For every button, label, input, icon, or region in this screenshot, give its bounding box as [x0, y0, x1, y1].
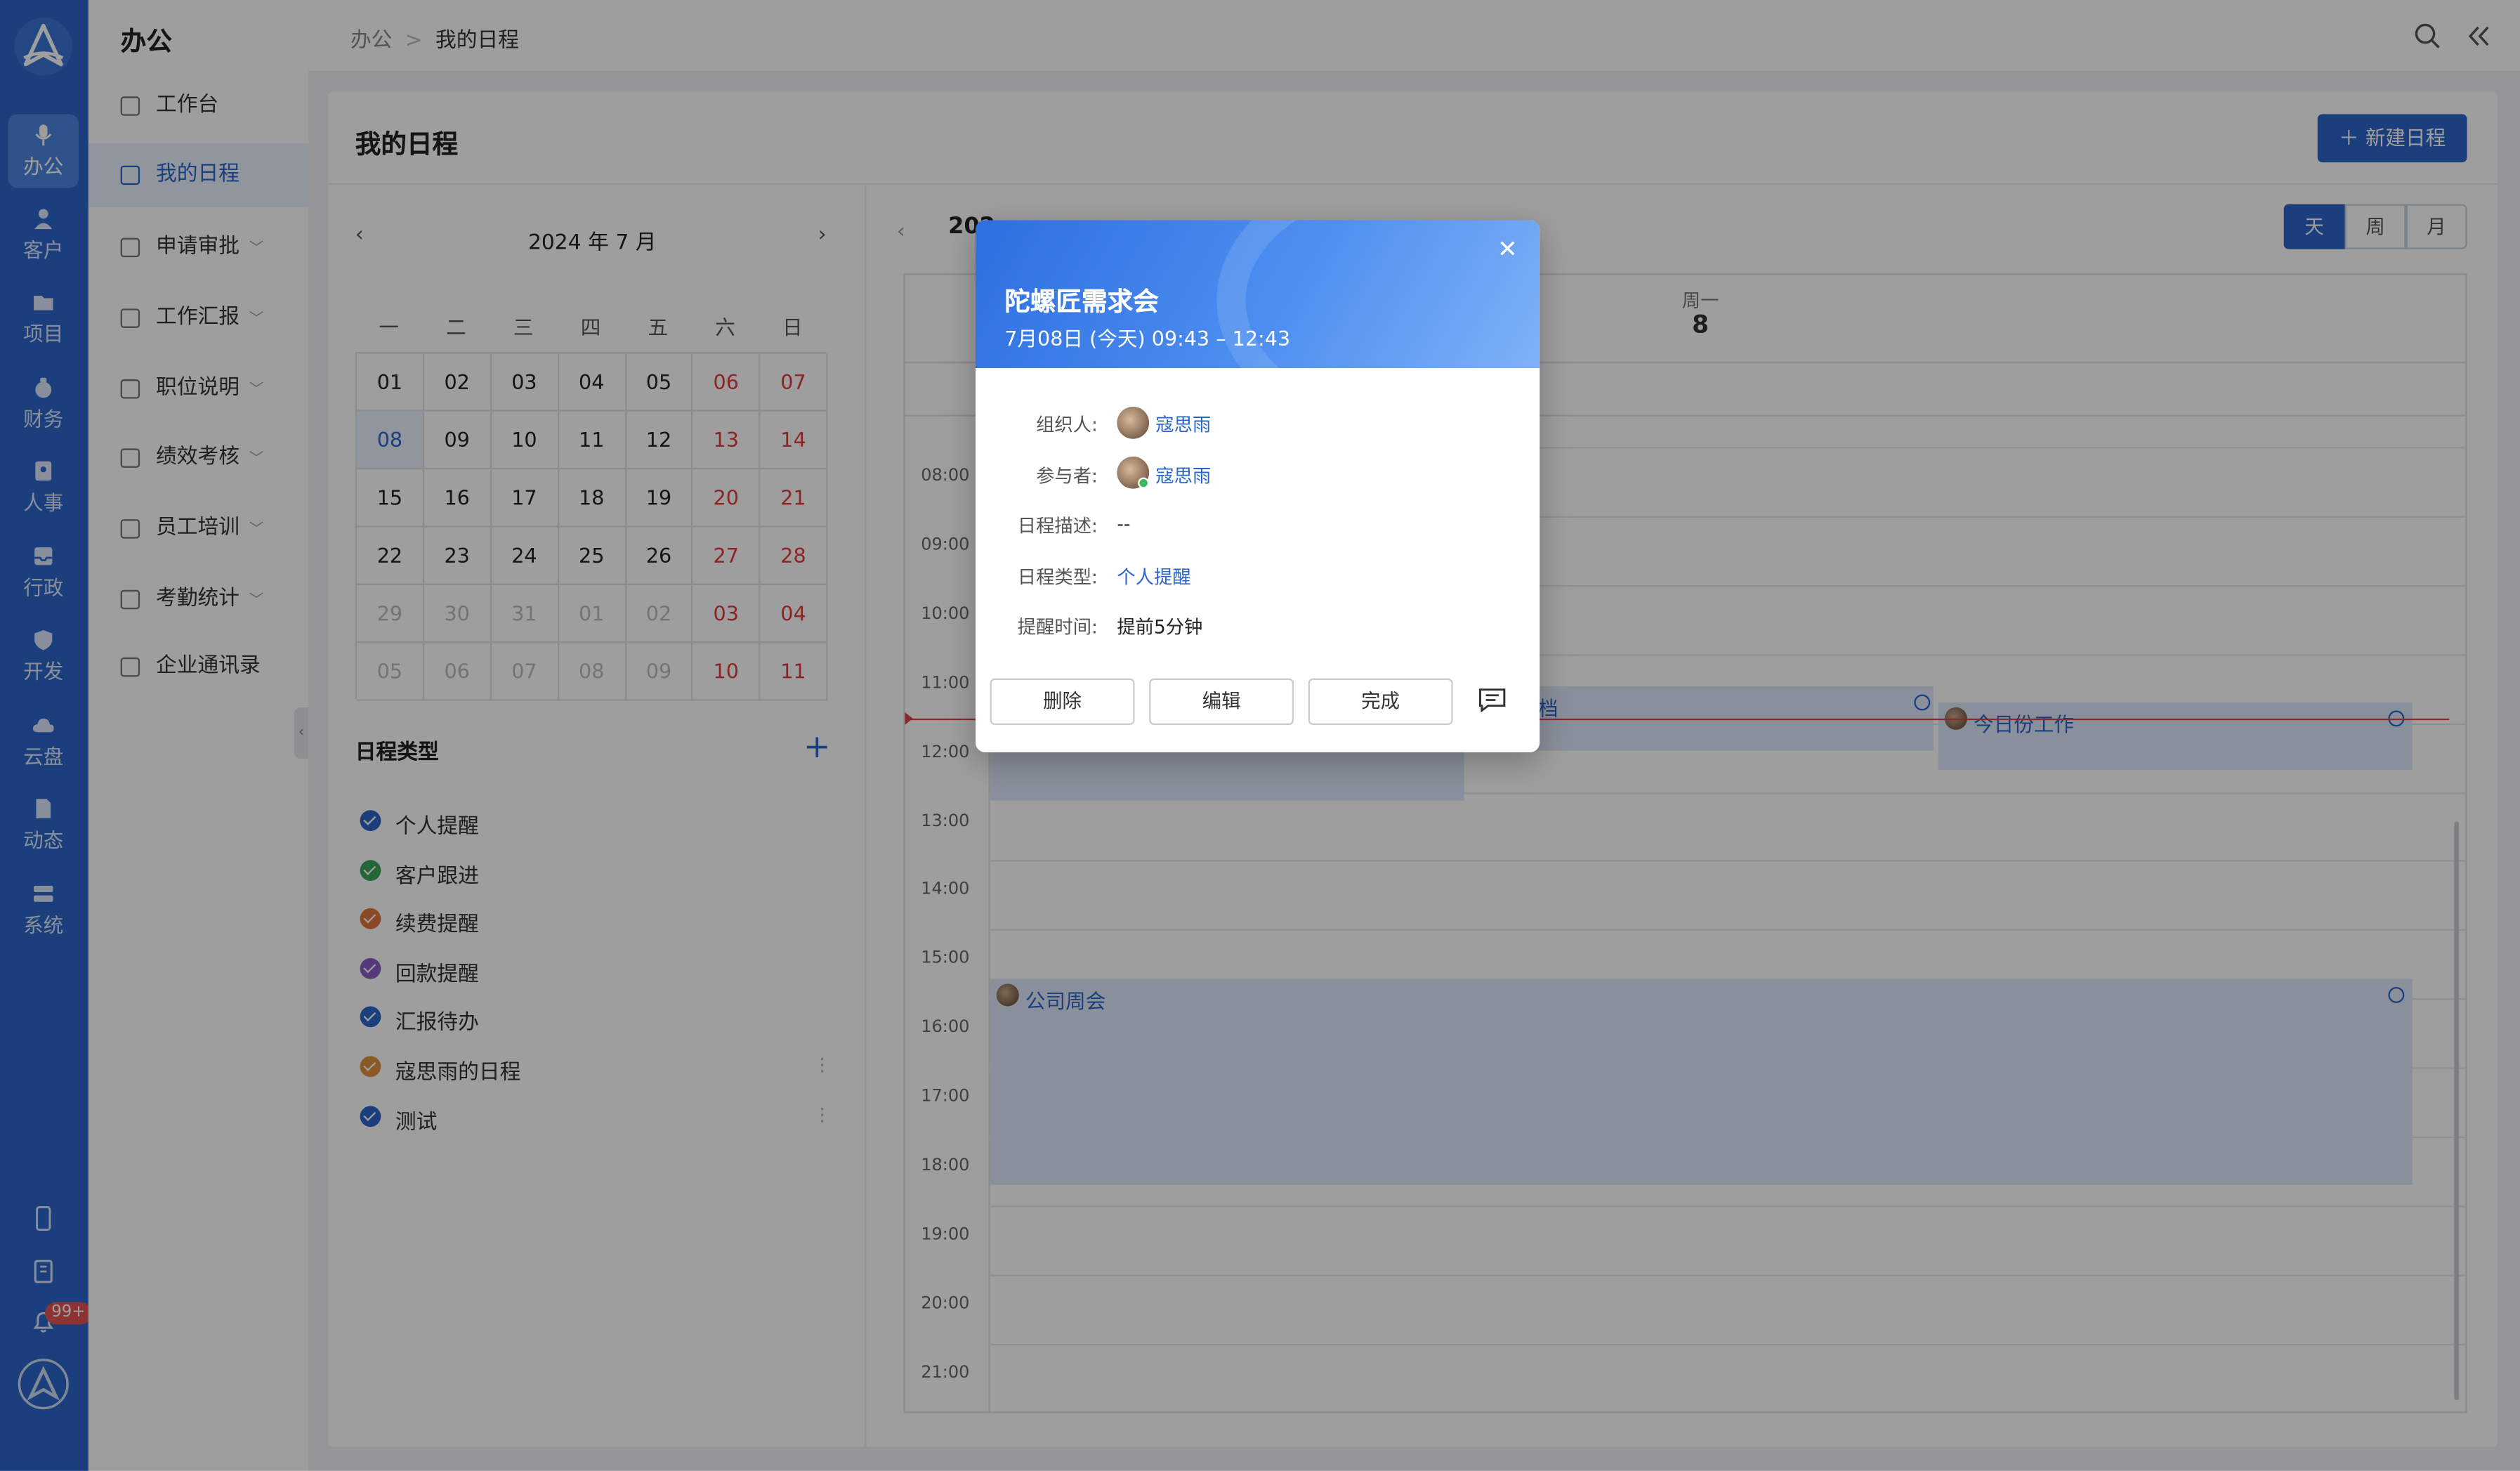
participant-name[interactable]: 寇思雨 — [1155, 463, 1211, 489]
type-value: 个人提醒 — [1117, 565, 1191, 589]
edit-button[interactable]: 编辑 — [1149, 678, 1294, 726]
event-title: 陀螺匠需求会 — [1004, 286, 1159, 317]
online-status-icon — [1138, 477, 1150, 489]
event-detail-popover: 陀螺匠需求会 7月08日 (今天) 09:43 – 12:43 ✕ 组织人: 寇… — [975, 220, 1540, 752]
description-value: -- — [1117, 512, 1131, 536]
avatar — [1117, 456, 1150, 489]
description-label: 日程描述: — [1017, 514, 1098, 537]
type-label: 日程类型: — [1017, 565, 1098, 589]
avatar — [1117, 406, 1150, 439]
popover-header: 陀螺匠需求会 7月08日 (今天) 09:43 – 12:43 ✕ — [975, 220, 1540, 369]
event-time: 7月08日 (今天) 09:43 – 12:43 — [1004, 326, 1291, 351]
complete-button[interactable]: 完成 — [1308, 678, 1453, 726]
delete-button[interactable]: 删除 — [990, 678, 1135, 726]
organizer-name[interactable]: 寇思雨 — [1155, 412, 1211, 438]
remind-value: 提前5分钟 — [1117, 615, 1203, 639]
remind-label: 提醒时间: — [1017, 615, 1098, 639]
participant-label: 参与者: — [1036, 464, 1098, 488]
organizer-label: 组织人: — [1036, 413, 1098, 436]
close-icon[interactable]: ✕ — [1493, 235, 1522, 263]
comment-icon[interactable] — [1478, 688, 1506, 712]
